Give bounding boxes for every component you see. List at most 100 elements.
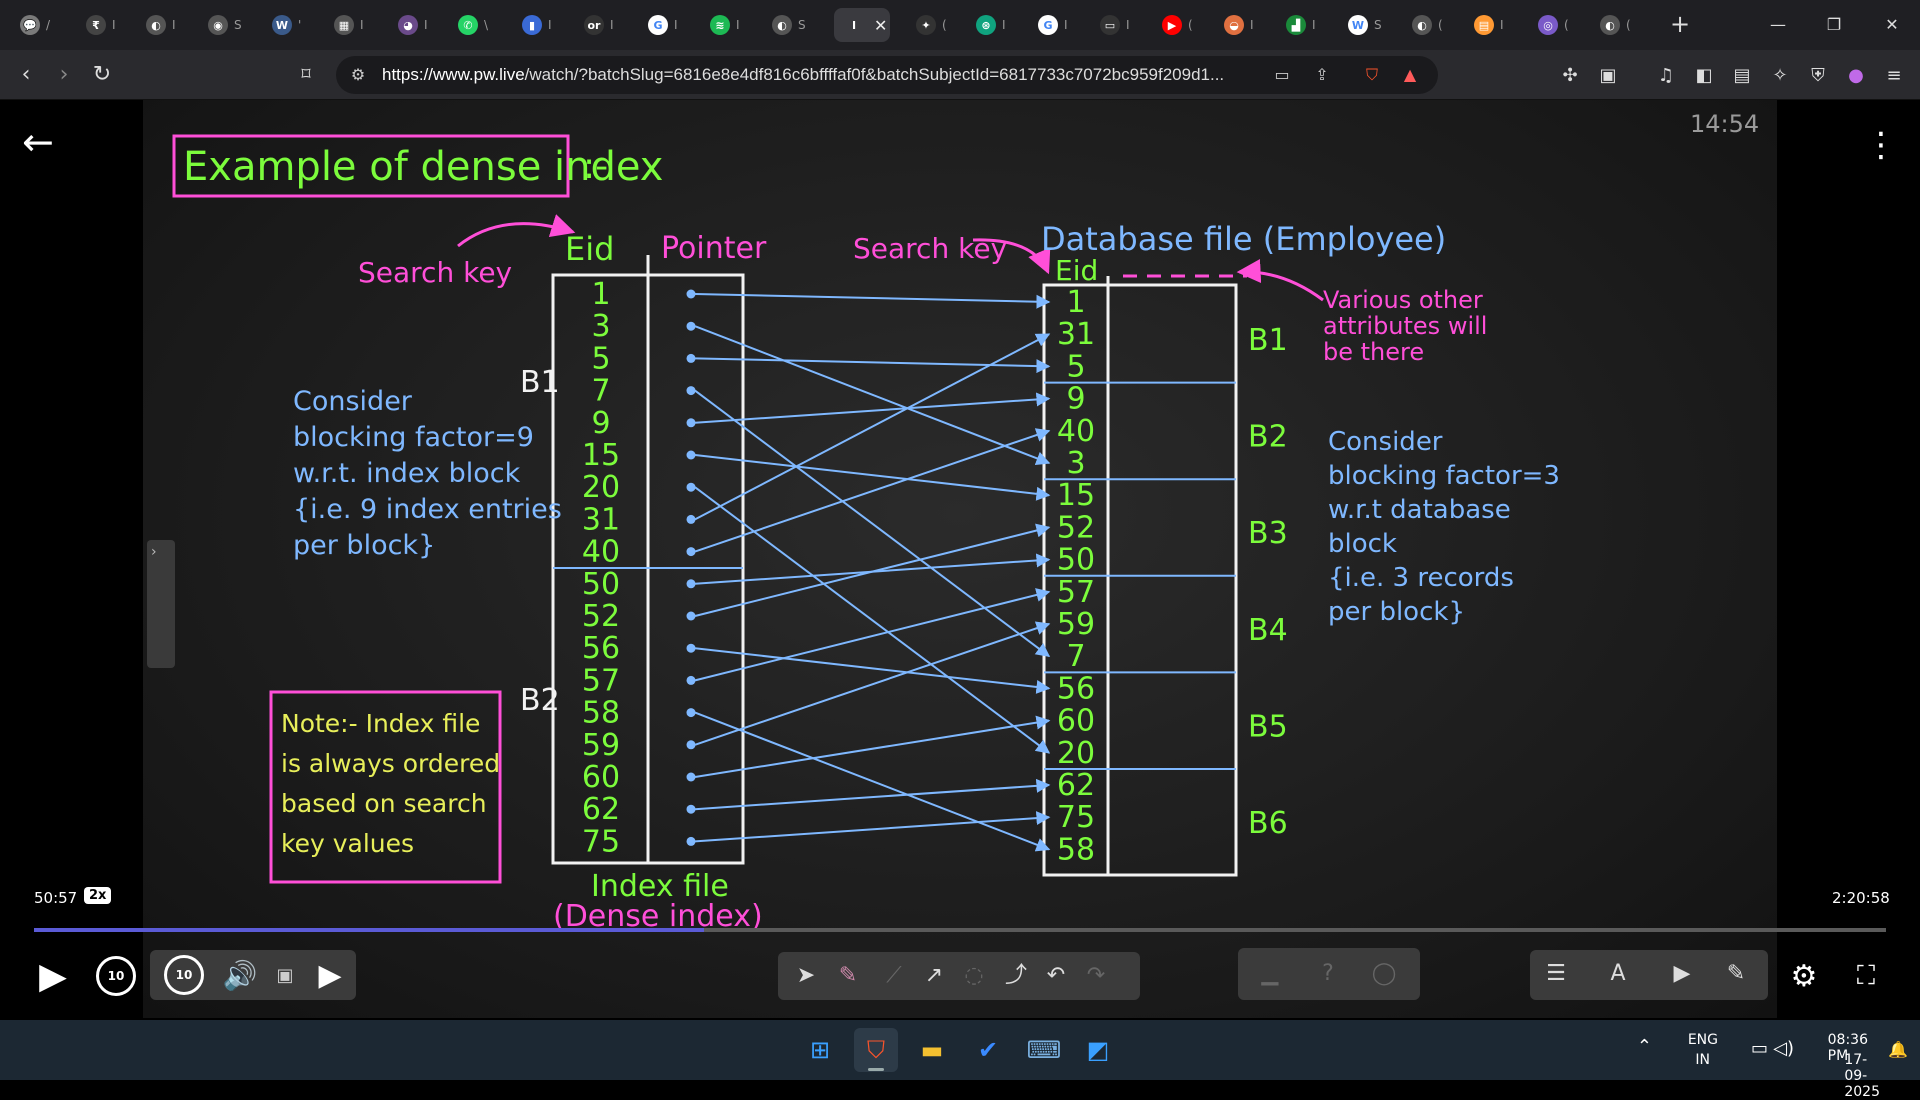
browser-tab[interactable]: GI [638, 8, 696, 42]
notification-bell-icon[interactable]: 🔔 [1888, 1040, 1908, 1059]
brave-browser-icon[interactable]: ⛉ [854, 1028, 898, 1072]
note-box-line: based on search [281, 789, 487, 818]
wallet-icon[interactable]: ▤ [1728, 62, 1756, 90]
reload-icon[interactable]: ↻ [86, 60, 118, 92]
browser-tab[interactable]: ✆ \ [448, 8, 506, 42]
bookmark-icon[interactable]: ⌑ [290, 60, 322, 92]
play-icon[interactable]: ▶ [34, 954, 72, 998]
tab-title: I [610, 18, 614, 32]
start-icon[interactable]: ⊞ [798, 1028, 842, 1072]
volume-icon[interactable]: 🔊 [220, 957, 260, 993]
browser-tab[interactable]: ◐ I [136, 8, 194, 42]
pointer-tool-icon[interactable]: ➤ [790, 960, 822, 992]
video-player[interactable]: Example of dense index :- Search key Eid… [0, 100, 1920, 1020]
profile-icon[interactable]: ● [1842, 62, 1870, 90]
site-settings-icon[interactable]: ⚙ [346, 63, 370, 87]
doubt-toolbar: ▁ ? ◯ [1238, 948, 1420, 1000]
browser-tab[interactable]: ▮ I [512, 8, 570, 42]
sidebar-icon[interactable]: ◧ [1690, 62, 1718, 90]
arrow-tool-icon[interactable]: ↗ [918, 960, 950, 992]
forward-10-button[interactable]: 10 [164, 955, 204, 995]
bookmark-tool-icon[interactable]: ▁ [1254, 958, 1286, 990]
todo-icon[interactable]: ✔ [966, 1028, 1010, 1072]
browser-tab[interactable]: ◉ S [198, 8, 256, 42]
close-tab-icon[interactable]: ✕ [874, 16, 887, 35]
browser-tab[interactable]: or I [574, 8, 632, 42]
browser-tab[interactable]: ✦( [906, 8, 964, 42]
menu-icon[interactable]: ≡ [1880, 62, 1908, 90]
forward-icon[interactable]: › [48, 60, 80, 92]
url-text[interactable]: https://www.pw.live/watch/?batchSlug=681… [382, 65, 1224, 85]
translate-icon[interactable]: A [1602, 958, 1634, 990]
extensions-icon[interactable]: ✣ [1556, 62, 1584, 90]
shape-tool-icon[interactable]: ◌ [958, 960, 990, 992]
browser-tab[interactable]: ◐ S [762, 8, 820, 42]
back-icon[interactable]: ‹ [10, 60, 42, 92]
browser-tab[interactable]: ₹ I [76, 8, 134, 42]
browser-tab[interactable]: ◒ I [1214, 8, 1272, 42]
cast-icon[interactable]: ▭ [1270, 63, 1294, 87]
playback-speed-badge[interactable]: 2x [84, 887, 112, 904]
language-bottom[interactable]: IN [1695, 1052, 1710, 1068]
browser-tab[interactable]: ▭ I [1090, 8, 1148, 42]
taskbar-date[interactable]: 17-09-2025 [1844, 1052, 1880, 1100]
browser-tab[interactable]: ⊛ I [966, 8, 1024, 42]
file-explorer-icon[interactable]: ▬ [910, 1028, 954, 1072]
close-window-icon[interactable]: ✕ [1870, 10, 1914, 40]
fullscreen-icon[interactable]: ⛶ [1846, 954, 1886, 998]
tray-overflow-icon[interactable]: ⌃ [1637, 1036, 1652, 1057]
restore-icon[interactable]: ❐ [1812, 10, 1856, 40]
picture-in-picture-icon[interactable]: ▶ [1666, 958, 1698, 990]
chat-bubble-icon[interactable]: ◯ [1368, 958, 1400, 990]
redo-icon[interactable]: ↷ [1080, 960, 1112, 992]
highlighter-icon[interactable]: ⟋ [878, 960, 910, 992]
browser-tab[interactable]: GI [1028, 8, 1086, 42]
chalkboard-drawing: Example of dense index :- Search key Eid… [172, 134, 1560, 934]
browser-tab[interactable]: ▶( [1152, 8, 1210, 42]
side-panel-handle[interactable]: › [147, 540, 175, 668]
pointer-dot [686, 353, 696, 363]
next-icon[interactable]: ▶ [314, 956, 346, 994]
network-icon[interactable]: ▭ [1751, 1038, 1768, 1059]
url-bar[interactable]: ⚙ https://www.pw.live/watch/?batchSlug=6… [336, 56, 1438, 94]
pen-tool-icon[interactable]: ✎ [832, 960, 864, 992]
browser-tab[interactable]: ◕ I [388, 8, 446, 42]
leo-ai-icon[interactable]: ✧ [1766, 62, 1794, 90]
back-arrow-icon[interactable]: ← [22, 123, 62, 164]
captions-icon[interactable]: ▣ [270, 960, 300, 990]
browser-tab[interactable]: ◐( [1590, 8, 1648, 42]
browser-tab[interactable]: ▤ I [1464, 8, 1522, 42]
brave-shield-icon[interactable]: ⛉ [1360, 63, 1384, 87]
minimize-icon[interactable]: — [1756, 10, 1800, 40]
browser-tab[interactable]: ◎( [1528, 8, 1586, 42]
more-options-icon[interactable]: ⋮ [1864, 120, 1898, 170]
doubt-icon[interactable]: ? [1312, 958, 1344, 990]
language-top[interactable]: ENG [1688, 1032, 1718, 1048]
rewind-10-button[interactable]: 10 [96, 956, 136, 996]
new-tab-button[interactable]: + [1665, 10, 1695, 40]
share-icon[interactable]: ⇪ [1310, 63, 1334, 87]
browser-tab[interactable]: ◐( [1402, 8, 1460, 42]
browser-tab[interactable]: ▦ I [324, 8, 382, 42]
browser-tab[interactable]: 💬 / [10, 8, 68, 42]
store-app-icon[interactable]: ◩ [1076, 1028, 1120, 1072]
seek-bar[interactable] [34, 928, 1886, 932]
reader-icon[interactable]: ▣ [1594, 62, 1622, 90]
browser-tab[interactable]: ≋ I [700, 8, 758, 42]
keyboard-app-icon[interactable]: ⌨ [1022, 1028, 1066, 1072]
tab-title: S [234, 18, 242, 32]
browser-tab[interactable]: W ' [262, 8, 320, 42]
undo-icon[interactable]: ↶ [1040, 960, 1072, 992]
speaker-icon[interactable]: ◁) [1773, 1038, 1794, 1059]
browser-tab[interactable]: I ✕ [834, 8, 890, 42]
media-icon[interactable]: ♫ [1652, 62, 1680, 90]
browser-tab[interactable]: ▟ I [1276, 8, 1334, 42]
notes-icon[interactable]: ✎ [1720, 958, 1752, 990]
laser-tool-icon[interactable]: ⤴ [1000, 960, 1032, 992]
browser-tab[interactable]: WS [1338, 8, 1396, 42]
settings-icon[interactable]: ⚙ [1784, 954, 1824, 998]
vpn-icon[interactable]: ⛨ [1804, 62, 1832, 90]
comments-icon[interactable]: ☰ [1540, 958, 1572, 990]
pointer-dot [686, 514, 696, 524]
brave-rewards-icon[interactable]: ▲ [1398, 63, 1422, 87]
